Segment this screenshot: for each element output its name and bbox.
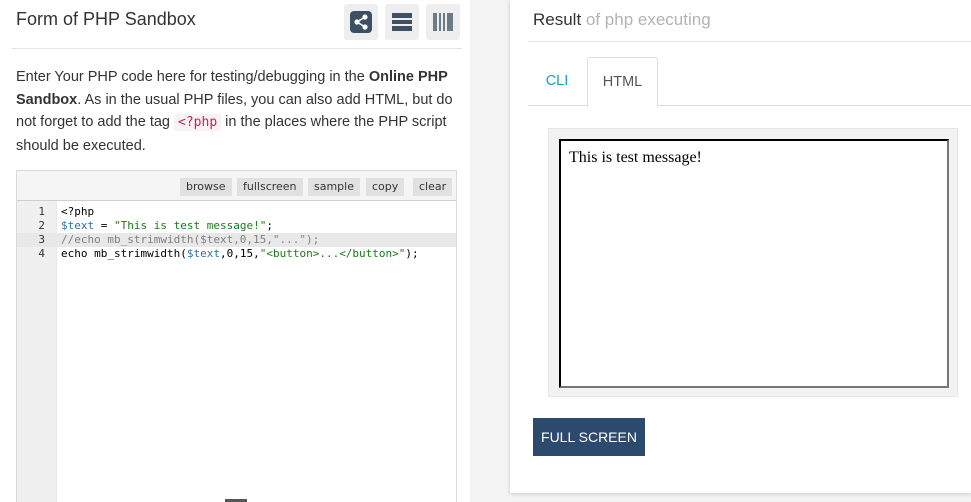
rows-layout-button[interactable]	[385, 4, 419, 40]
full-screen-button[interactable]: FULL SCREEN	[533, 418, 645, 456]
result-title-sub: of php executing	[581, 10, 711, 29]
tab-html[interactable]: HTML	[587, 57, 658, 107]
line-content: $text = "This is test message!";	[61, 219, 273, 233]
result-tabs: CLI HTML	[528, 57, 971, 107]
share-button[interactable]	[344, 4, 378, 40]
code-token: "This is test message!"	[114, 219, 267, 232]
tab-cli[interactable]: CLI	[528, 57, 586, 106]
line-number: 1	[38, 205, 45, 218]
columns-layout-button[interactable]	[426, 4, 460, 40]
output-text: This is test message!	[569, 149, 702, 166]
sandbox-description: Enter Your PHP code here for testing/deb…	[16, 66, 456, 157]
php-tag-code: <?php	[174, 114, 222, 131]
result-output-container: This is test message!	[548, 128, 958, 397]
line-number: 3	[38, 233, 45, 246]
rows-layout-icon	[392, 13, 412, 31]
code-token: ;	[266, 219, 273, 232]
result-title: Result of php executing	[533, 10, 711, 30]
share-icon	[350, 11, 372, 33]
code-line: 1 <?php	[17, 205, 456, 219]
code-token: =	[94, 219, 114, 232]
code-token: $text	[186, 247, 220, 260]
form-header: Form of PHP Sandbox	[12, 0, 462, 49]
result-iframe[interactable]: This is test message!	[559, 139, 949, 388]
sample-button[interactable]: sample	[308, 178, 360, 196]
sandbox-form-panel: Form of PHP Sandbox Enter Your PHP code …	[0, 0, 470, 502]
line-number: 4	[38, 247, 45, 260]
form-title: Form of PHP Sandbox	[16, 9, 196, 29]
line-content: <?php	[61, 205, 94, 219]
result-panel-bg: Result of php executing CLI HTML This is…	[484, 0, 971, 502]
code-token: echo mb_strimwidth(	[61, 247, 187, 260]
columns-layout-icon	[433, 13, 453, 31]
editor-toolbar: browse fullscreen sample copy clear	[17, 171, 456, 200]
fullscreen-editor-button[interactable]: fullscreen	[237, 178, 303, 196]
result-header: Result of php executing	[528, 0, 971, 42]
result-title-main: Result	[533, 10, 582, 29]
code-token: "<button>...</button>"	[259, 247, 406, 260]
result-card: Result of php executing CLI HTML This is…	[510, 0, 971, 493]
code-line: 3 //echo mb_strimwidth($text,0,15,"...");	[17, 233, 456, 247]
clear-button[interactable]: clear	[413, 178, 453, 196]
browse-button[interactable]: browse	[180, 178, 232, 196]
code-line: 2 $text = "This is test message!";	[17, 219, 456, 233]
code-token: //echo mb_strimwidth($text,0,15,"...");	[61, 233, 320, 246]
code-token: <?php	[61, 205, 95, 218]
line-number: 2	[38, 219, 45, 232]
line-content: //echo mb_strimwidth($text,0,15,"...");	[61, 233, 319, 247]
code-token: );	[405, 247, 419, 260]
code-editor: browse fullscreen sample copy clear 1 <?p…	[16, 170, 457, 502]
code-area[interactable]: 1 <?php 2 $text = "This is test message!"; 3…	[17, 200, 456, 502]
code-token: $text	[61, 219, 95, 232]
code-token: ,0,15,	[219, 247, 260, 260]
line-content: echo mb_strimwidth($text,0,15,"<button>.…	[61, 247, 419, 261]
description-text: Enter Your PHP code here for testing/deb…	[16, 69, 369, 85]
copy-button[interactable]: copy	[366, 178, 405, 196]
panel-divider	[470, 0, 484, 502]
code-line: 4 echo mb_strimwidth($text,0,15,"<button>…	[17, 247, 456, 261]
